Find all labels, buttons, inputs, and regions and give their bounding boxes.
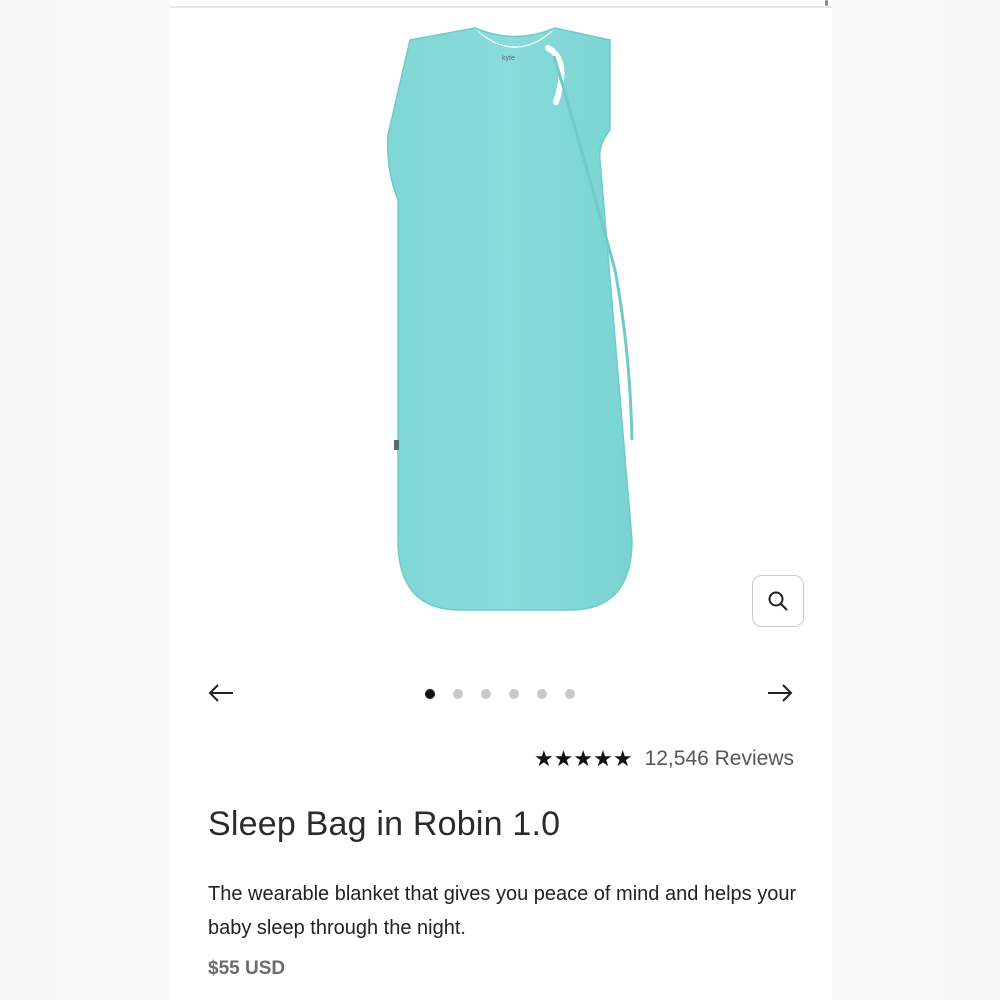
svg-text:kyte: kyte (502, 55, 515, 62)
arrow-right-icon (768, 684, 793, 702)
carousel-dot[interactable] (481, 689, 491, 699)
reviews-summary[interactable]: ★★★★★ 12,546 Reviews (534, 744, 794, 774)
arrow-left-icon (208, 684, 233, 702)
product-page: kyte ★★★★★ 12,546 Reviews Sleep Bag in R… (170, 0, 832, 1000)
top-divider (170, 6, 832, 8)
carousel-dot[interactable] (425, 689, 435, 699)
product-price: $55 USD (208, 958, 286, 979)
magnifier-icon (768, 591, 788, 611)
previous-image-button[interactable] (205, 678, 237, 708)
reviews-count-link[interactable]: 12,546 Reviews (645, 747, 794, 771)
star-rating: ★★★★★ (533, 746, 633, 771)
carousel-dot[interactable] (537, 689, 547, 699)
carousel-dot[interactable] (565, 689, 575, 699)
zoom-button[interactable] (752, 575, 804, 627)
carousel-dots (425, 688, 575, 700)
product-title: Sleep Bag in Robin 1.0 (208, 805, 561, 843)
next-image-button[interactable] (764, 678, 796, 708)
product-description: The wearable blanket that gives you peac… (208, 883, 797, 939)
left-backdrop (0, 0, 170, 1000)
carousel-dot[interactable] (453, 689, 463, 699)
scrollbar-thumb[interactable] (825, 0, 828, 6)
product-image: kyte (386, 27, 634, 611)
right-backdrop (832, 0, 1000, 1000)
carousel-dot[interactable] (509, 689, 519, 699)
